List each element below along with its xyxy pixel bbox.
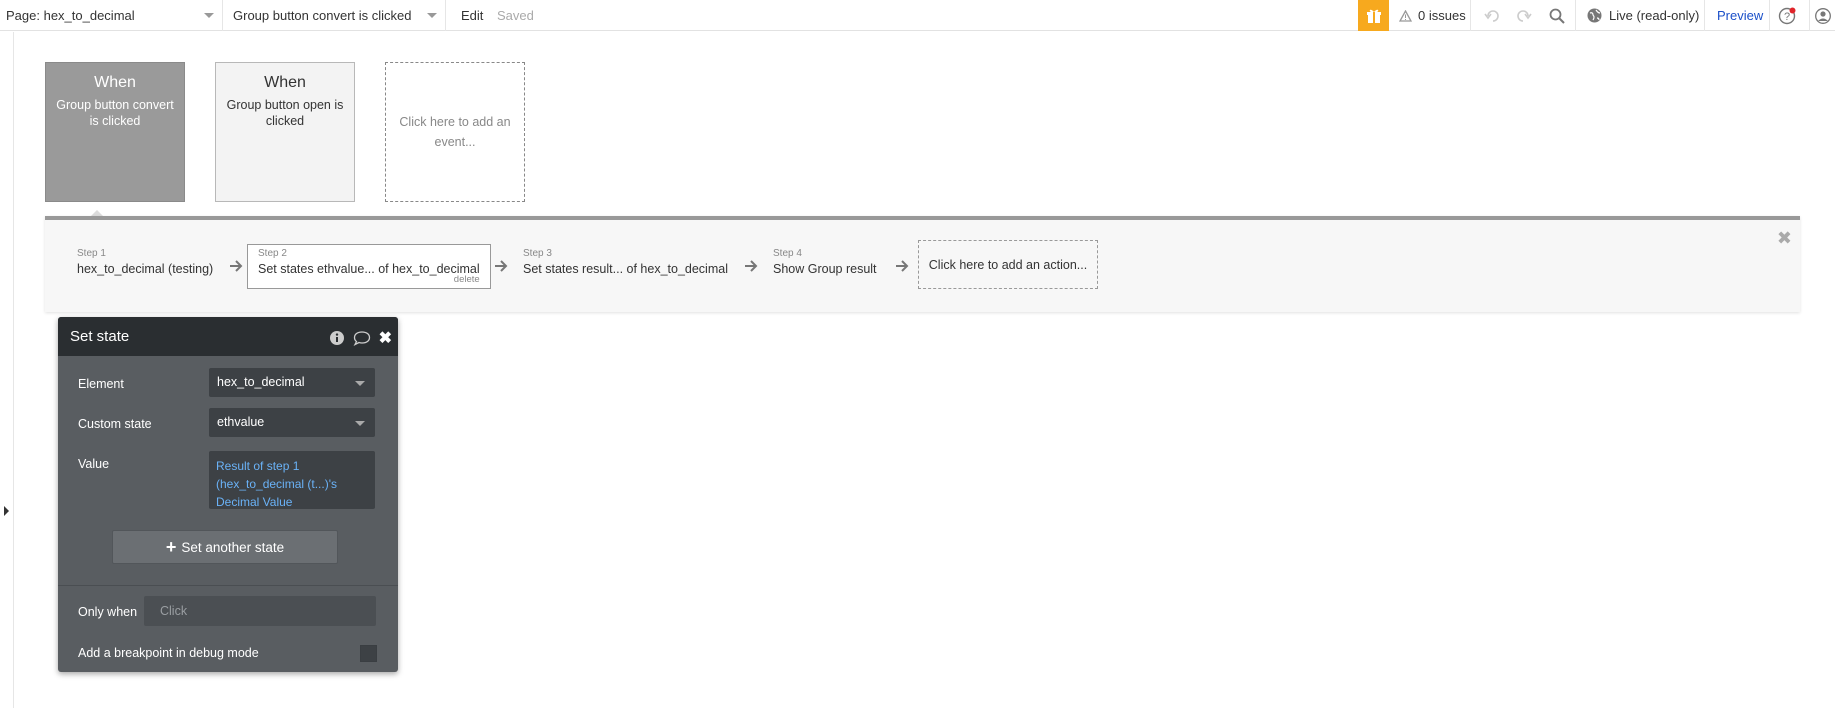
search-icon: [1549, 8, 1565, 24]
issues-indicator[interactable]: 0 issues: [1399, 0, 1466, 31]
chevron-down-icon: [355, 421, 365, 426]
add-action-button[interactable]: Click here to add an action...: [918, 240, 1098, 289]
chevron-down-icon: [427, 12, 437, 18]
help-icon: ?: [1778, 7, 1796, 24]
globe-icon: [1587, 8, 1602, 23]
warning-icon: [1399, 9, 1412, 22]
gift-button[interactable]: [1358, 0, 1389, 31]
only-when-placeholder: Click: [160, 604, 188, 618]
workflow-steps-bar: Step 1 hex_to_decimal (testing) Step 2 S…: [45, 216, 1800, 312]
custom-state-value: ethvalue: [217, 415, 265, 429]
event-description: Group button convert is clicked: [56, 98, 174, 128]
set-another-state-button[interactable]: + Set another state: [112, 530, 338, 564]
plus-icon: +: [165, 536, 177, 557]
breakpoint-label: Add a breakpoint in debug mode: [78, 646, 259, 660]
workflow-selector-label: Group button convert is clicked: [233, 7, 412, 23]
divider: [1769, 0, 1770, 31]
set-state-panel: Set state ✖ Element hex_to_decimal Custo…: [58, 317, 398, 672]
event-card-open[interactable]: When Group button open is clicked: [215, 62, 355, 202]
undo-icon: [1484, 9, 1499, 22]
page-selector-label: Page: hex_to_decimal: [6, 7, 135, 23]
add-event-button[interactable]: Click here to add an event...: [385, 62, 525, 202]
step-number: Step 3: [523, 248, 552, 259]
delete-step-link[interactable]: delete: [454, 274, 480, 285]
custom-state-dropdown[interactable]: ethvalue: [209, 408, 375, 437]
gift-icon: [1366, 9, 1381, 23]
workflow-selector[interactable]: Group button convert is clicked: [223, 0, 446, 31]
workflow-step-1[interactable]: Step 1 hex_to_decimal (testing): [77, 248, 213, 276]
preview-link[interactable]: Preview: [1717, 0, 1763, 31]
live-label: Live (read-only): [1609, 8, 1700, 23]
value-expression: Result of step 1 (hex_to_decimal (t...)'…: [216, 459, 338, 509]
add-event-label: Click here to add an event...: [399, 115, 511, 149]
step-number: Step 2: [258, 248, 287, 259]
account-button[interactable]: [1815, 0, 1831, 31]
close-panel-icon[interactable]: ✖: [379, 328, 392, 348]
only-when-input[interactable]: Click: [144, 596, 376, 626]
step-label: Set states ethvalue... of hex_to_decimal: [258, 262, 480, 276]
user-icon: [1815, 7, 1831, 24]
event-when-label: When: [264, 74, 306, 91]
close-icon[interactable]: ✖: [1777, 228, 1792, 249]
event-description: Group button open is clicked: [226, 98, 344, 128]
arrow-right-icon: [745, 260, 758, 272]
workflow-step-4[interactable]: Step 4 Show Group result: [773, 248, 877, 276]
step-number: Step 1: [77, 248, 106, 259]
step-number: Step 4: [773, 248, 802, 259]
element-label: Element: [78, 377, 124, 391]
redo-icon: [1517, 9, 1532, 22]
chevron-down-icon: [204, 12, 214, 18]
search-button[interactable]: [1549, 0, 1565, 31]
breakpoint-checkbox[interactable]: [360, 645, 377, 662]
step-label: Set states result... of hex_to_decimal: [523, 262, 728, 276]
redo-button[interactable]: [1514, 0, 1532, 31]
page-selector[interactable]: Page: hex_to_decimal: [0, 0, 223, 31]
expand-sidebar-icon[interactable]: [4, 506, 9, 516]
divider: [1575, 0, 1576, 31]
step-label: hex_to_decimal (testing): [77, 262, 214, 276]
arrow-right-icon: [896, 260, 909, 272]
chevron-down-icon: [355, 381, 365, 386]
info-icon: [329, 331, 344, 345]
live-version-selector[interactable]: Live (read-only): [1587, 0, 1699, 31]
workflow-step-3[interactable]: Step 3 Set states result... of hex_to_de…: [523, 248, 728, 276]
divider: [1704, 0, 1705, 31]
undo-button[interactable]: [1484, 0, 1502, 31]
comment-icon: [353, 331, 370, 346]
only-when-label: Only when: [78, 605, 138, 619]
divider: [1470, 0, 1471, 31]
edit-menu[interactable]: Edit: [461, 0, 483, 31]
event-card-convert[interactable]: When Group button convert is clicked: [45, 62, 185, 202]
saved-status: Saved: [497, 8, 534, 23]
panel-title: Set state: [70, 328, 130, 345]
value-label: Value: [78, 457, 110, 471]
value-expression-field[interactable]: Result of step 1 (hex_to_decimal (t...)'…: [209, 451, 375, 509]
arrow-right-icon: [230, 260, 243, 272]
divider: [58, 585, 398, 586]
arrow-right-icon: [495, 260, 508, 272]
workflow-step-2[interactable]: Step 2 Set states ethvalue... of hex_to_…: [247, 244, 491, 289]
add-action-label: Click here to add an action...: [928, 257, 1088, 272]
issues-label: 0 issues: [1418, 8, 1466, 23]
svg-text:?: ?: [1784, 11, 1790, 23]
element-dropdown[interactable]: hex_to_decimal: [209, 368, 375, 397]
set-another-state-label: Set another state: [181, 539, 285, 555]
element-value: hex_to_decimal: [217, 375, 305, 389]
step-label: Show Group result: [773, 262, 877, 276]
help-button[interactable]: ?: [1778, 0, 1796, 31]
divider: [1809, 0, 1810, 31]
custom-state-label: Custom state: [78, 417, 152, 431]
event-when-label: When: [94, 74, 136, 91]
panel-header: Set state ✖: [58, 317, 398, 356]
sidebar-strip: [0, 32, 14, 708]
